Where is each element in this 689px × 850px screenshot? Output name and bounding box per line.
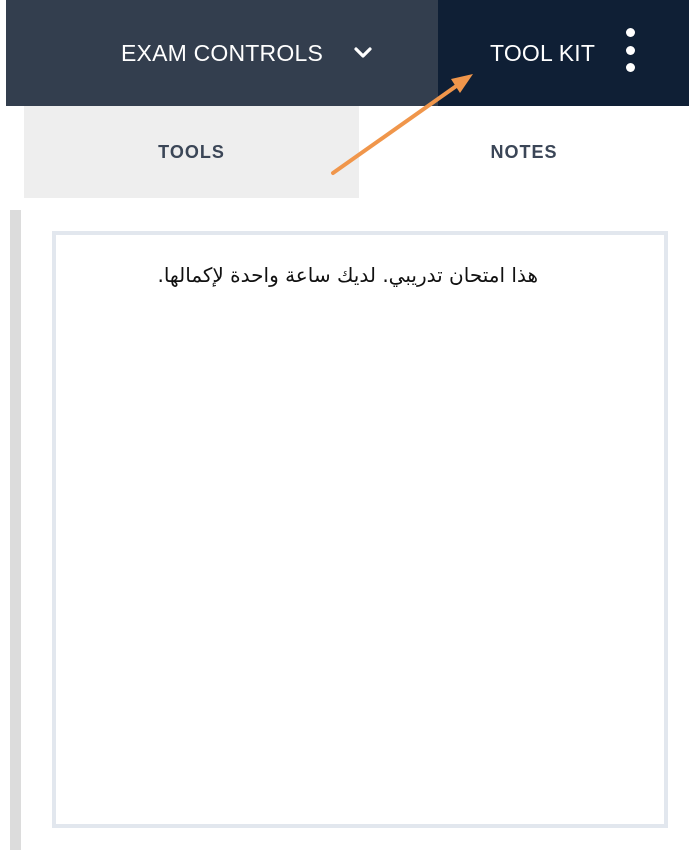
exam-controls-button[interactable]: EXAM CONTROLS: [6, 0, 438, 106]
exam-toolkit-page: EXAM CONTROLS TOOL KIT TOOLS NOTES هذا ا…: [0, 0, 689, 850]
notes-text: هذا امتحان تدريبي. لديك ساعة واحدة لإكما…: [157, 263, 538, 287]
tab-notes[interactable]: NOTES: [359, 106, 689, 198]
toolkit-tabs: TOOLS NOTES: [24, 106, 689, 198]
notes-textarea[interactable]: هذا امتحان تدريبي. لديك ساعة واحدة لإكما…: [52, 231, 668, 828]
tab-tools[interactable]: TOOLS: [24, 106, 359, 198]
panel-scrollbar[interactable]: [10, 210, 21, 850]
tool-kit-header: TOOL KIT: [438, 0, 689, 106]
exam-controls-label: EXAM CONTROLS: [121, 39, 323, 66]
tool-kit-button[interactable]: TOOL KIT: [490, 40, 595, 67]
chevron-down-icon: [353, 46, 373, 60]
kebab-menu-icon[interactable]: [622, 28, 638, 72]
top-bar: EXAM CONTROLS TOOL KIT: [6, 0, 689, 106]
